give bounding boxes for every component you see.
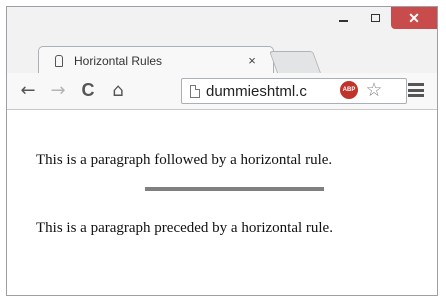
minimize-icon	[338, 20, 348, 22]
adblock-icon[interactable]: ABP	[340, 81, 358, 99]
browser-window: ✕ Horizontal Rules × ← → C ⌂ dummieshtml…	[6, 6, 438, 296]
browser-toolbar: ← → C ⌂ dummieshtml.c ABP ☆	[7, 73, 437, 110]
url-text: dummieshtml.c	[206, 82, 307, 100]
tab-horizontal-rules[interactable]: Horizontal Rules ×	[38, 46, 274, 74]
window-controls: ✕	[327, 7, 437, 29]
paragraph-after-rule: This is a paragraph preceded by a horizo…	[36, 220, 333, 236]
paragraph-before-rule: This is a paragraph followed by a horizo…	[36, 152, 333, 168]
menu-bar-2	[408, 88, 424, 92]
tab-title: Horizontal Rules	[74, 53, 163, 68]
close-window-button[interactable]: ✕	[391, 7, 437, 29]
page-content: This is a paragraph followed by a horizo…	[7, 110, 437, 295]
maximize-button[interactable]	[359, 7, 391, 29]
maximize-icon	[370, 14, 380, 22]
menu-bar-1	[408, 83, 424, 86]
horizontal-rule	[145, 187, 324, 191]
back-button[interactable]: ←	[17, 79, 39, 101]
hamburger-menu-icon[interactable]	[408, 83, 424, 97]
home-button[interactable]: ⌂	[107, 79, 129, 101]
tab-close-icon[interactable]: ×	[245, 53, 259, 68]
bookmark-star-icon[interactable]: ☆	[363, 79, 385, 101]
title-bar: ✕ Horizontal Rules ×	[7, 7, 437, 82]
minimize-button[interactable]	[327, 7, 359, 29]
close-icon: ✕	[408, 9, 420, 26]
menu-bar-3	[408, 94, 424, 97]
forward-button[interactable]: →	[47, 79, 69, 101]
new-tab-button[interactable]	[268, 51, 322, 73]
page-icon	[190, 84, 200, 98]
page-favicon-icon	[53, 54, 65, 67]
reload-button[interactable]: C	[77, 79, 99, 101]
